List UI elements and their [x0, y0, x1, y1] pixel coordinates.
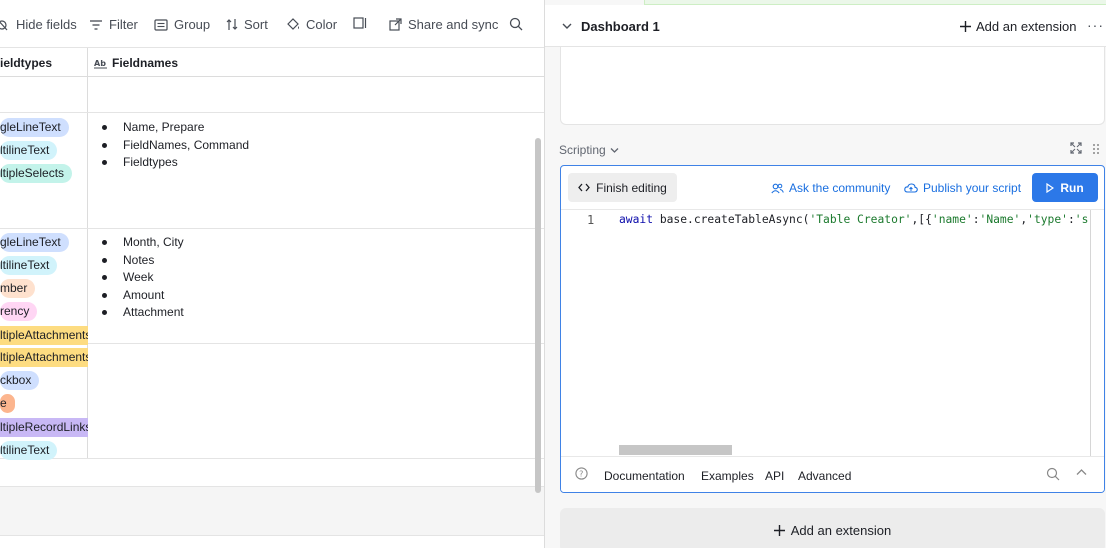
search-icon[interactable]: [1046, 467, 1060, 481]
fieldnames-list: Month, City Notes Week Amount Attachment: [100, 234, 184, 322]
ask-the-community-link[interactable]: Ask the community: [771, 181, 890, 195]
grid-summary-bar: [0, 486, 544, 536]
list-item: FieldNames, Command: [100, 137, 249, 155]
list-item: Name, Prepare: [100, 119, 249, 137]
advanced-tab[interactable]: Advanced: [798, 469, 851, 483]
svg-text:?: ?: [579, 470, 583, 479]
code-editor[interactable]: 1 await base.createTableAsync('Table Cre…: [561, 209, 1104, 457]
row-separator: [0, 228, 544, 229]
code-token: ,[{: [911, 213, 932, 226]
row-height-icon: [353, 17, 367, 29]
extension-card: [560, 47, 1105, 125]
grid-pane: Hide fields Filter Group Sort Color Shar…: [0, 0, 544, 548]
add-extension-button-bottom[interactable]: Add an extension: [560, 508, 1105, 548]
api-tab[interactable]: API: [765, 469, 784, 483]
fieldtype-pill: ltipleAttachments: [0, 326, 88, 345]
group-icon: [154, 18, 168, 31]
hide-fields-button[interactable]: Hide fields: [0, 17, 77, 32]
list-item: Fieldtypes: [100, 154, 249, 172]
fieldtype-pill: ckbox: [0, 371, 40, 390]
eye-off-icon: [0, 19, 8, 30]
run-button[interactable]: Run: [1032, 173, 1098, 202]
scripting-footer: ? Documentation Examples API Advanced: [561, 456, 1104, 492]
fieldtype-pill: mber: [0, 279, 36, 298]
view-toolbar: Hide fields Filter Group Sort Color Shar…: [0, 0, 544, 48]
horizontal-scrollbar[interactable]: [619, 445, 732, 455]
fieldtype-pill: ltipleRecordLinks: [0, 418, 88, 437]
fieldtype-pill: ltipleAttachments: [0, 348, 88, 367]
column-header-fieldtypes[interactable]: ieldtypes: [0, 56, 52, 70]
filter-button[interactable]: Filter: [89, 17, 138, 32]
code-string: 'Table Creator': [809, 213, 912, 226]
fieldtype-pill: gleLineText: [0, 233, 69, 252]
plus-icon: [773, 525, 785, 536]
users-icon: [771, 183, 784, 193]
share-and-sync-button[interactable]: Share and sync: [389, 17, 498, 32]
code-string: 'type': [1027, 213, 1068, 226]
search-icon: [509, 17, 523, 31]
examples-tab[interactable]: Examples: [701, 469, 754, 483]
color-button[interactable]: Color: [286, 17, 337, 32]
paint-bucket-icon: [287, 18, 299, 30]
row-separator: [0, 112, 544, 113]
code-keyword: await: [619, 213, 654, 226]
row-separator: [88, 343, 544, 344]
code-string: 'Name': [979, 213, 1021, 226]
scripting-extension: Finish editing Ask the community Publish…: [560, 165, 1105, 493]
fieldtype-pill: gleLineText: [0, 118, 69, 137]
sort-button[interactable]: Sort: [226, 17, 268, 32]
list-item: Amount: [100, 287, 184, 305]
scripting-extension-label[interactable]: Scripting: [559, 143, 619, 157]
documentation-tab[interactable]: Documentation: [604, 469, 685, 483]
svg-text:Ab: Ab: [94, 59, 106, 68]
editor-ruler: [1090, 210, 1091, 457]
fieldtype-pill: ltilineText: [0, 256, 58, 275]
chevron-up-icon[interactable]: [1076, 468, 1087, 476]
publish-your-script-link[interactable]: Publish your script: [904, 181, 1021, 195]
search-button[interactable]: [509, 17, 523, 31]
cloud-upload-icon: [904, 183, 918, 193]
column-divider: [87, 48, 88, 459]
vertical-scrollbar[interactable]: [535, 138, 541, 493]
finish-editing-button[interactable]: Finish editing: [568, 173, 677, 202]
code-token: :: [972, 213, 980, 226]
filter-icon: [90, 19, 102, 30]
list-item: Month, City: [100, 234, 184, 252]
dashboard-title[interactable]: Dashboard 1: [581, 19, 660, 34]
row-separator: [0, 458, 544, 459]
help-icon[interactable]: ?: [575, 467, 588, 480]
code-icon: [578, 183, 590, 192]
code-string: 'si: [1074, 213, 1089, 226]
group-button[interactable]: Group: [154, 17, 210, 32]
code-token: :: [1067, 213, 1075, 226]
dashboard-pane: Dashboard 1 Add an extension ··· Scripti…: [544, 0, 1106, 548]
column-header-fieldnames[interactable]: Ab Fieldnames: [94, 56, 178, 70]
row-height-button[interactable]: [353, 17, 367, 29]
fieldtype-pill: rency: [0, 302, 38, 321]
add-extension-button[interactable]: Add an extension: [960, 19, 1076, 34]
play-icon: [1046, 182, 1055, 193]
more-options-button[interactable]: ···: [1087, 17, 1104, 33]
code-line[interactable]: await base.createTableAsync('Table Creat…: [619, 213, 1089, 226]
line-number: 1: [587, 213, 595, 227]
fieldtype-pill: e: [0, 394, 15, 413]
code-string: 'name': [931, 213, 973, 226]
grid-header-row: [0, 48, 544, 77]
list-item: Week: [100, 269, 184, 287]
fieldtype-pill: ltipleSelects: [0, 164, 73, 183]
fieldtype-pill: ltilineText: [0, 141, 58, 160]
plus-icon: [960, 21, 971, 32]
drag-handle-icon[interactable]: [1092, 143, 1100, 155]
text-field-icon: Ab: [94, 59, 107, 68]
expand-icon[interactable]: [1070, 142, 1082, 154]
chevron-down-icon: [610, 147, 619, 153]
fieldtype-pill: ltilineText: [0, 441, 58, 460]
code-token: base.createTableAsync(: [653, 213, 810, 226]
chevron-down-icon[interactable]: [562, 22, 572, 30]
external-link-icon: [389, 18, 402, 31]
fieldnames-list: Name, Prepare FieldNames, Command Fieldt…: [100, 119, 249, 172]
sort-icon: [226, 19, 238, 30]
list-item: Attachment: [100, 304, 184, 322]
list-item: Notes: [100, 252, 184, 270]
